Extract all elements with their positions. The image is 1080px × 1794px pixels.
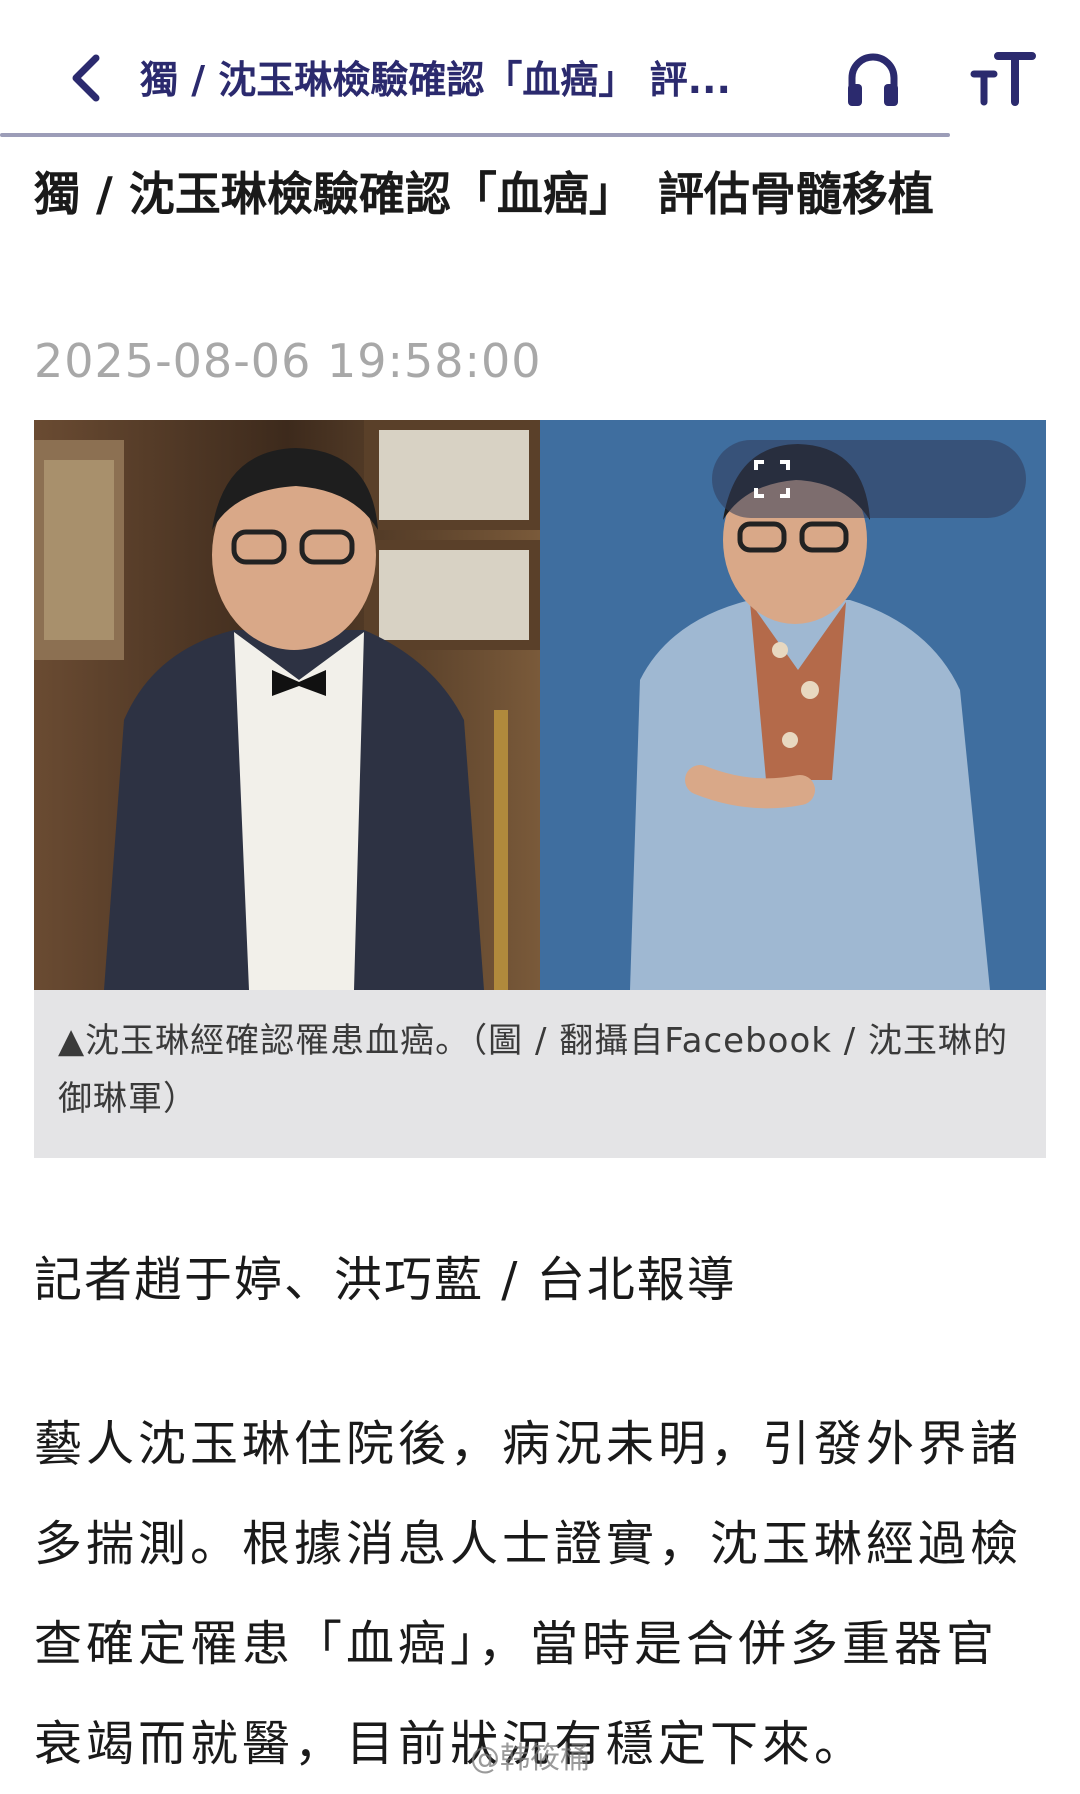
fullscreen-icon xyxy=(754,460,790,498)
article-headline: 獨 / 沈玉琳檢驗確認「血癌」 評估骨髓移植 xyxy=(34,167,934,221)
photo-caption: ▲沈玉琳經確認罹患血癌。（圖 / 翻攝自Facebook / 沈玉琳的御琳軍） xyxy=(58,1021,1009,1119)
nav-title: 獨 / 沈玉琳檢驗確認「血癌」 評... xyxy=(140,58,731,102)
photo-caption-box: ▲沈玉琳經確認罹患血癌。（圖 / 翻攝自Facebook / 沈玉琳的御琳軍） xyxy=(34,990,1046,1158)
article-date: 2025-08-06 19:58:00 xyxy=(34,334,542,388)
text-size-icon xyxy=(970,52,1036,106)
headphones-icon xyxy=(848,53,898,106)
photo-left-tuxedo-portrait xyxy=(34,420,540,990)
chevron-left-icon xyxy=(72,54,100,102)
article-byline: 記者趙于婷、洪巧藍 / 台北報導 xyxy=(34,1252,737,1308)
watermark: @韩筱桶 xyxy=(470,1741,590,1776)
top-navigation-bar: 獨 / 沈玉琳檢驗確認「血癌」 評... xyxy=(0,0,1080,137)
expand-photo-button[interactable] xyxy=(712,440,1026,518)
font-size-button[interactable] xyxy=(970,46,1036,112)
back-button[interactable] xyxy=(62,48,112,108)
audio-button[interactable] xyxy=(840,46,906,112)
header-divider xyxy=(0,133,950,137)
